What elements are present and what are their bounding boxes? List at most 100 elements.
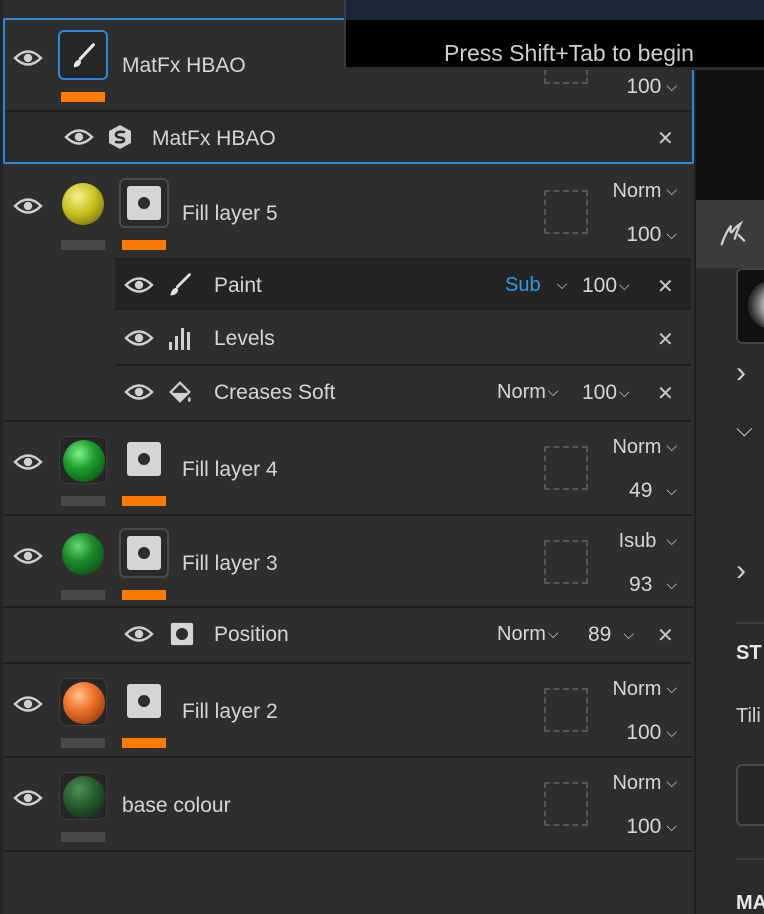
effect-row-creases-soft[interactable]: Creases Soft Norm ⌵ 100 ⌵ ✕	[115, 366, 691, 422]
expand-chevron-right-icon[interactable]: ›	[736, 356, 746, 390]
remove-effect-close-icon[interactable]: ✕	[657, 126, 674, 151]
effect-row-paint[interactable]: Paint Sub ⌵ 100 ⌵ ✕	[115, 258, 691, 310]
visibility-eye-icon[interactable]	[13, 788, 43, 808]
remove-effect-close-icon[interactable]: ✕	[657, 327, 674, 352]
remove-effect-close-icon[interactable]: ✕	[657, 623, 674, 648]
material-ball-thumbnail[interactable]	[59, 678, 107, 726]
effect-name[interactable]: MatFx HBAO	[152, 127, 276, 151]
chevron-down-icon: ⌵	[666, 182, 677, 198]
effect-opacity[interactable]: 100 ⌵	[582, 381, 630, 405]
divider	[736, 622, 764, 624]
material-ball	[62, 533, 104, 575]
visibility-eye-icon[interactable]	[124, 328, 154, 348]
effect-name[interactable]: Levels	[214, 327, 275, 351]
layer-opacity[interactable]: 100 ⌵	[626, 815, 677, 839]
chevron-down-icon: ⌵	[666, 818, 677, 834]
visibility-eye-icon[interactable]	[124, 624, 154, 644]
remove-effect-close-icon[interactable]: ✕	[657, 274, 674, 299]
effect-opacity[interactable]: 100 ⌵	[582, 274, 630, 298]
chevron-down-icon: ⌵	[619, 384, 630, 400]
chevron-down-icon: ⌵	[666, 576, 677, 592]
material-ball-thumbnail[interactable]	[59, 180, 107, 228]
chevron-down-icon: ⌵	[666, 438, 677, 454]
layer-name[interactable]: Fill layer 2	[182, 700, 278, 724]
layer-color-indicator	[61, 240, 105, 250]
layer-mask-thumbnail[interactable]	[119, 434, 169, 484]
layer-mask-thumbnail[interactable]	[119, 528, 169, 578]
blend-mode-select[interactable]: Isub ⌵	[619, 530, 677, 553]
blend-mode-select[interactable]: Norm ⌵	[612, 436, 677, 459]
brush-stroke-icon[interactable]	[718, 220, 746, 248]
layer-opacity[interactable]: 49 ⌵	[629, 479, 677, 503]
chevron-down-icon: ⌵	[666, 774, 677, 790]
visibility-eye-icon[interactable]	[13, 48, 43, 68]
layer-mask-indicator	[122, 738, 166, 748]
layer-name[interactable]: base colour	[122, 794, 231, 818]
blend-mode-select[interactable]: Sub ⌵	[505, 274, 567, 297]
layer-name[interactable]: Fill layer 5	[182, 202, 278, 226]
material-ball	[63, 776, 105, 818]
layer-name[interactable]: MatFx HBAO	[122, 54, 246, 78]
material-ball-thumbnail[interactable]	[59, 772, 107, 820]
expand-chevron-right-icon[interactable]: ›	[736, 554, 746, 588]
layer-row-fill-layer-4[interactable]: Fill layer 4 Norm ⌵ 49 ⌵	[3, 422, 694, 516]
layer-mask-thumbnail[interactable]	[119, 676, 169, 726]
visibility-eye-icon[interactable]	[124, 382, 154, 402]
remove-effect-close-icon[interactable]: ✕	[657, 381, 674, 406]
effect-row-matfx-hbao[interactable]: MatFx HBAO ✕	[5, 110, 692, 164]
layer-mask-thumbnail[interactable]	[119, 178, 169, 228]
material-ball	[63, 440, 105, 482]
indent-guide	[3, 258, 115, 422]
effect-name[interactable]: Creases Soft	[214, 381, 335, 405]
blend-mode-select[interactable]: Norm ⌵	[612, 678, 677, 701]
chevron-down-icon: ⌵	[666, 680, 677, 696]
layer-row-fill-layer-2[interactable]: Fill layer 2 Norm ⌵ 100 ⌵	[3, 664, 694, 758]
collapse-chevron-down-icon[interactable]: ⌵	[736, 416, 753, 442]
substance-icon	[109, 125, 131, 149]
blend-mode-select[interactable]: Norm ⌵	[612, 772, 677, 795]
paint-layer-thumbnail[interactable]	[58, 30, 108, 80]
chevron-down-icon: ⌵	[666, 226, 677, 242]
tiling-input[interactable]	[736, 764, 764, 826]
layer-mask-indicator	[122, 590, 166, 600]
effect-row-levels[interactable]: Levels ✕	[115, 312, 691, 366]
levels-icon	[169, 328, 190, 350]
chevron-down-icon: ⌵	[547, 625, 559, 641]
visibility-eye-icon[interactable]	[64, 127, 94, 147]
blend-thumbnail-placeholder	[544, 190, 588, 234]
layer-color-indicator	[61, 832, 105, 842]
layer-row-fill-layer-3[interactable]: Fill layer 3 Isub ⌵ 93 ⌵	[3, 516, 694, 608]
layer-opacity[interactable]: 100 ⌵	[626, 75, 677, 99]
indent-guide	[3, 608, 115, 664]
layer-opacity[interactable]: 100 ⌵	[626, 223, 677, 247]
visibility-eye-icon[interactable]	[13, 452, 43, 472]
layer-opacity[interactable]: 93 ⌵	[629, 573, 677, 597]
visibility-eye-icon[interactable]	[13, 196, 43, 216]
visibility-eye-icon[interactable]	[124, 275, 154, 295]
layer-row-fill-layer-5[interactable]: Fill layer 5 Norm ⌵ 100 ⌵	[3, 166, 694, 258]
layer-name[interactable]: Fill layer 4	[182, 458, 278, 482]
layer-row-base-colour[interactable]: base colour Norm ⌵ 100 ⌵	[3, 758, 694, 852]
layer-mask-indicator	[122, 240, 166, 250]
blend-mode-select[interactable]: Norm ⌵	[612, 180, 677, 203]
effect-name[interactable]: Position	[214, 623, 289, 647]
blend-thumbnail-placeholder	[544, 540, 588, 584]
effect-name[interactable]: Paint	[214, 274, 262, 298]
blend-mode-select[interactable]: Norm ⌵	[497, 381, 559, 404]
layer-name[interactable]: Fill layer 3	[182, 552, 278, 576]
visibility-eye-icon[interactable]	[13, 694, 43, 714]
layer-opacity[interactable]: 100 ⌵	[626, 721, 677, 745]
layer-color-indicator	[61, 496, 105, 506]
material-ball	[62, 183, 104, 225]
chevron-down-icon: ⌵	[619, 277, 630, 293]
effect-opacity[interactable]: 89 ⌵	[588, 623, 634, 647]
blend-mode-select[interactable]: Norm ⌵	[497, 623, 559, 646]
brush-preview[interactable]	[736, 268, 764, 344]
brush-icon	[170, 273, 191, 296]
visibility-eye-icon[interactable]	[13, 546, 43, 566]
effect-row-position[interactable]: Position Norm ⌵ 89 ⌵ ✕	[115, 608, 691, 664]
material-ball-thumbnail[interactable]	[59, 436, 107, 484]
chevron-down-icon: ⌵	[666, 532, 677, 548]
material-ball-thumbnail[interactable]	[59, 530, 107, 578]
properties-tab-bar[interactable]	[696, 200, 764, 268]
